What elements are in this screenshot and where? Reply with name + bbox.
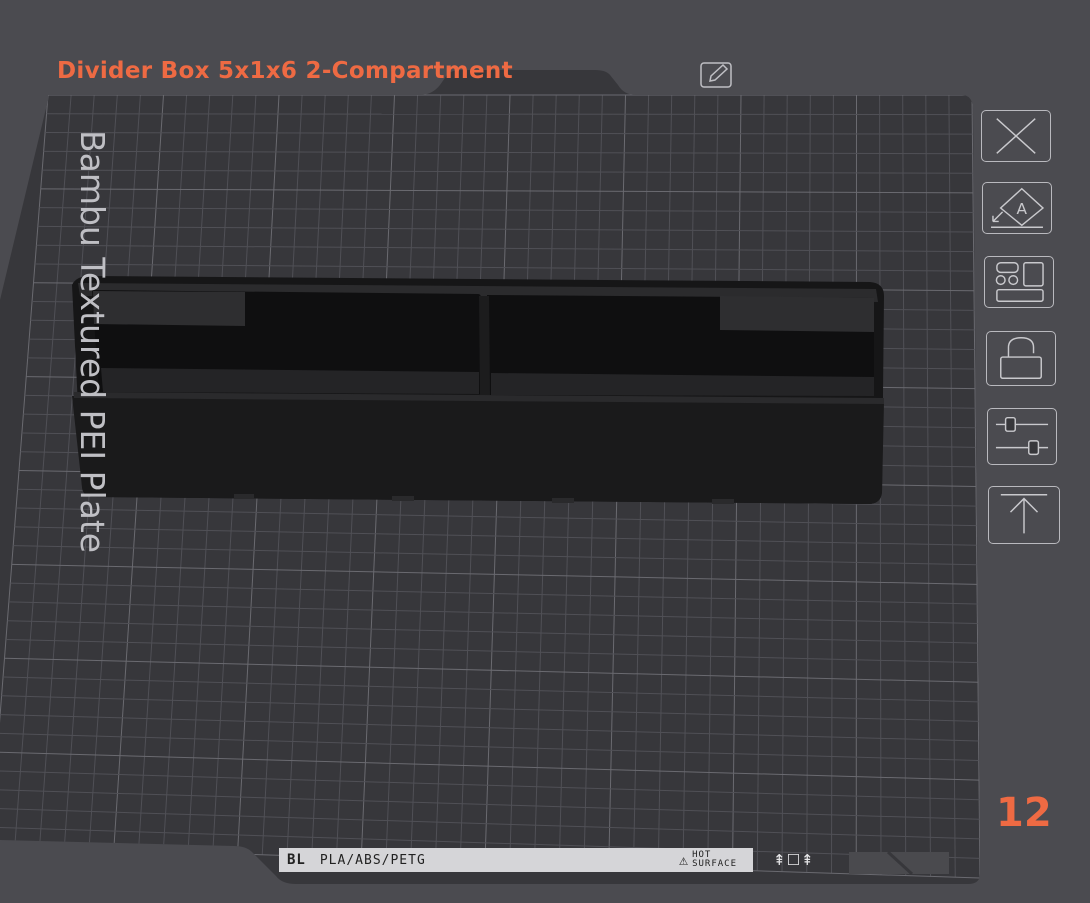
divider-box-model xyxy=(72,276,884,504)
svg-text:A: A xyxy=(1017,200,1028,218)
bed-type-label: Bambu Textured PEI Plate xyxy=(72,130,112,590)
plate-number: 12 xyxy=(996,790,1052,836)
move-to-top-button[interactable] xyxy=(988,486,1060,544)
bambu-logo: BL xyxy=(287,852,306,868)
close-icon xyxy=(982,111,1050,161)
arrange-button[interactable] xyxy=(984,256,1054,308)
sliders-icon xyxy=(988,409,1056,464)
auto-orient-button[interactable]: A xyxy=(982,182,1052,234)
edit-name-icon[interactable] xyxy=(700,61,734,89)
hot-surface-label: HOT SURFACE xyxy=(692,851,737,869)
build-plate-scene: Divider Box 5x1x6 2-Compartment Bambu Te… xyxy=(0,0,1090,899)
move-to-top-icon xyxy=(989,487,1059,543)
arrange-icon xyxy=(985,257,1053,307)
build-plate-view[interactable] xyxy=(0,0,1090,899)
plate-orientation-icons: ⇞☐⇞ xyxy=(773,851,815,869)
plate-footer-strip: BL PLA/ABS/PETG ⚠ HOT SURFACE xyxy=(279,848,753,872)
plate-settings-button[interactable] xyxy=(987,408,1057,465)
delete-plate-button[interactable] xyxy=(981,110,1051,162)
lock-icon xyxy=(987,332,1055,385)
materials-label: PLA/ABS/PETG xyxy=(320,853,426,868)
warning-icon: ⚠ xyxy=(679,851,688,869)
plate-title[interactable]: Divider Box 5x1x6 2-Compartment xyxy=(57,58,513,84)
lock-button[interactable] xyxy=(986,331,1056,386)
auto-orient-icon: A xyxy=(983,183,1051,233)
